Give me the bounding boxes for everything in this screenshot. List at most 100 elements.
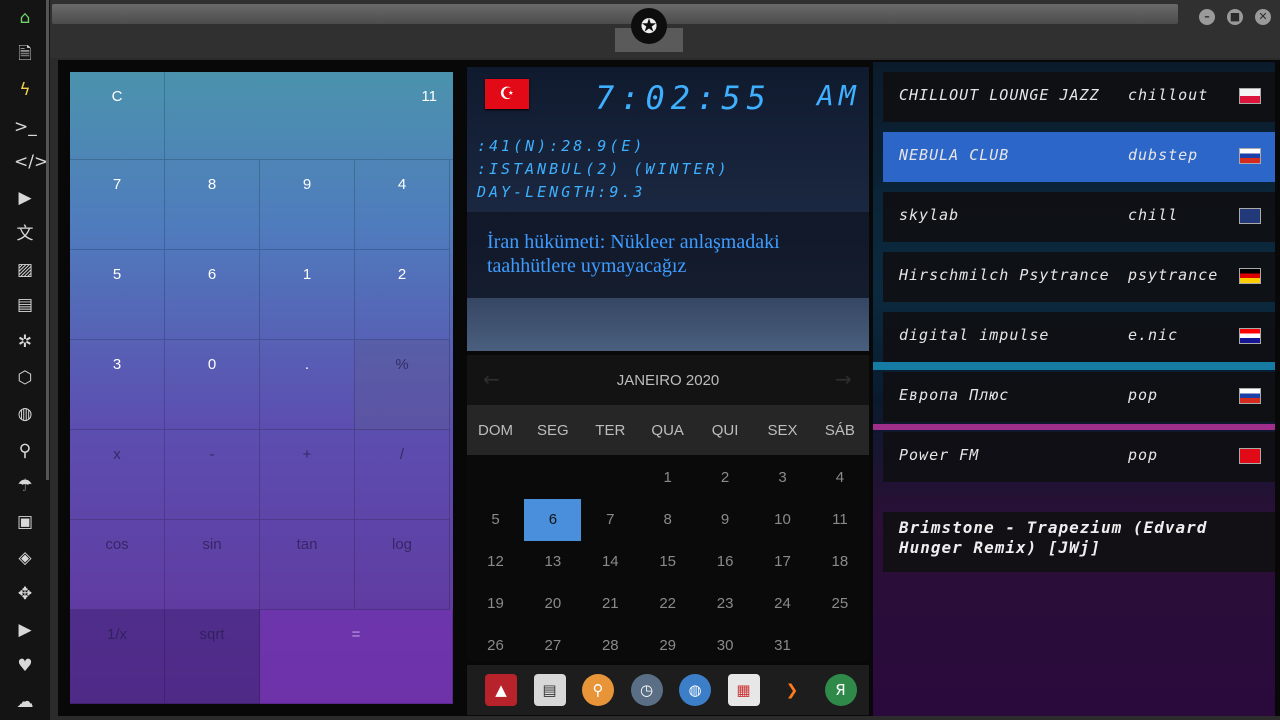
newspaper-icon[interactable]: ▤: [533, 674, 566, 706]
calendar-day[interactable]: 27: [524, 625, 581, 667]
clock-icon[interactable]: ◷: [630, 674, 663, 706]
radio-station-row[interactable]: digital impulse e.nic: [883, 312, 1275, 362]
calendar-day[interactable]: 19: [467, 583, 524, 625]
calc-key-button[interactable]: %: [355, 340, 450, 430]
calc-key-button[interactable]: sqrt: [165, 610, 260, 704]
calendar-day[interactable]: 16: [697, 541, 754, 583]
calc-key-button[interactable]: 5: [70, 250, 165, 340]
calc-key-button[interactable]: 4: [355, 160, 450, 250]
calendar-day[interactable]: 14: [582, 541, 639, 583]
calendar-day[interactable]: 29: [639, 625, 696, 667]
calendar-day[interactable]: 31: [754, 625, 811, 667]
calendar-day[interactable]: 21: [582, 583, 639, 625]
calendar-day[interactable]: 10: [754, 499, 811, 541]
image-icon[interactable]: ▨: [14, 259, 36, 281]
heart-icon[interactable]: ♥: [14, 655, 36, 677]
code-icon[interactable]: </>: [14, 151, 48, 173]
calendar-day[interactable]: 4: [811, 457, 868, 499]
contacts-icon[interactable]: ▣: [14, 511, 36, 533]
calc-key-button[interactable]: .: [260, 340, 355, 430]
calendar-day[interactable]: 26: [467, 625, 524, 667]
calc-key-button[interactable]: x: [70, 430, 165, 520]
calc-key-button[interactable]: 7: [70, 160, 165, 250]
calc-key-button[interactable]: cos: [70, 520, 165, 610]
rebel-alliance-logo-icon[interactable]: ✪: [631, 8, 667, 44]
home-icon[interactable]: ⌂: [14, 7, 36, 29]
calc-key-button[interactable]: 1/x: [70, 610, 165, 704]
search-icon[interactable]: ⚲: [14, 440, 36, 462]
umbrella-icon[interactable]: ☂: [14, 475, 36, 497]
calendar-day[interactable]: 11: [811, 499, 868, 541]
calc-key-button[interactable]: 8: [165, 160, 260, 250]
document-icon[interactable]: 🗎: [14, 43, 36, 65]
calendar-next-icon[interactable]: →: [835, 367, 852, 391]
calendar-day[interactable]: 13: [524, 541, 581, 583]
radio-station-row[interactable]: skylab chill: [883, 192, 1275, 242]
maximize-button[interactable]: ■: [1227, 9, 1243, 25]
calendar-day[interactable]: 20: [524, 583, 581, 625]
calc-key-button[interactable]: log: [355, 520, 450, 610]
tag-icon[interactable]: ◈: [14, 547, 36, 569]
calc-key-button[interactable]: 9: [260, 160, 355, 250]
calendar-day[interactable]: 3: [754, 457, 811, 499]
hexagon-icon[interactable]: ⬡: [14, 367, 36, 389]
terminal-icon[interactable]: >_: [14, 116, 37, 138]
play-icon[interactable]: ❯: [776, 674, 808, 706]
launcher-icon[interactable]: ▲: [485, 674, 517, 706]
calendar-day[interactable]: 17: [754, 541, 811, 583]
calendar-icon[interactable]: ▦: [727, 674, 760, 706]
calc-key-button[interactable]: +: [260, 430, 355, 520]
calc-key-button[interactable]: 0: [165, 340, 260, 430]
calc-key-button[interactable]: 2: [355, 250, 450, 340]
settings-gear-icon[interactable]: ✲: [14, 331, 36, 353]
globe-icon[interactable]: ◍: [679, 674, 711, 706]
address-bar[interactable]: [52, 4, 1178, 24]
globe-icon[interactable]: ◍: [14, 403, 36, 425]
turkey-flag-icon[interactable]: ☪: [485, 79, 529, 109]
calendar-day[interactable]: 28: [582, 625, 639, 667]
calendar-day[interactable]: 22: [639, 583, 696, 625]
calc-clear-button[interactable]: C: [70, 72, 165, 160]
cloud-icon[interactable]: ☁: [14, 691, 36, 713]
calendar-day[interactable]: 15: [639, 541, 696, 583]
calendar-day[interactable]: 18: [811, 541, 868, 583]
calendar-day[interactable]: 5: [467, 499, 524, 541]
radio-station-row[interactable]: NEBULA CLUB dubstep: [883, 132, 1275, 182]
calc-key-button[interactable]: 3: [70, 340, 165, 430]
calc-key-button[interactable]: -: [165, 430, 260, 520]
yandex-icon[interactable]: Я: [824, 674, 857, 706]
radio-station-row[interactable]: CHILLOUT LOUNGE JAZZ chillout: [883, 72, 1275, 122]
calendar-day[interactable]: 7: [582, 499, 639, 541]
lightning-icon[interactable]: ϟ: [14, 79, 36, 101]
news-headline[interactable]: İran hükümeti: Nükleer anlaşmadaki taahh…: [467, 212, 869, 298]
calendar-day[interactable]: 12: [467, 541, 524, 583]
calendar-day[interactable]: 1: [639, 457, 696, 499]
calendar-day[interactable]: 9: [697, 499, 754, 541]
minimize-button[interactable]: –: [1199, 9, 1215, 25]
calendar-day[interactable]: 6: [524, 499, 582, 541]
calc-key-button[interactable]: 1: [260, 250, 355, 340]
search-icon[interactable]: ⚲: [582, 674, 614, 706]
clock-time: 7:02:55: [595, 79, 772, 117]
calc-equals-button[interactable]: =: [260, 610, 453, 704]
calendar-day[interactable]: 8: [639, 499, 696, 541]
close-button[interactable]: ✕: [1255, 9, 1271, 25]
calendar-day[interactable]: 23: [697, 583, 754, 625]
calc-key-button[interactable]: tan: [260, 520, 355, 610]
expand-icon[interactable]: ✥: [14, 583, 36, 605]
calendar-day[interactable]: 2: [697, 457, 754, 499]
news-icon[interactable]: ▤: [14, 294, 36, 316]
calendar-day[interactable]: 25: [811, 583, 868, 625]
calc-key-button[interactable]: sin: [165, 520, 260, 610]
calc-key-button[interactable]: 6: [165, 250, 260, 340]
play-icon[interactable]: ▶: [14, 187, 36, 209]
radio-station-row[interactable]: Hirschmilch Psytrance psytrance: [883, 252, 1275, 302]
calc-key-button[interactable]: /: [355, 430, 450, 520]
calendar-day[interactable]: 24: [754, 583, 811, 625]
radio-station-row[interactable]: Европа Плюс pop: [883, 372, 1275, 422]
radio-station-row[interactable]: Power FM pop: [883, 432, 1275, 482]
sidebar-scrollbar[interactable]: [46, 0, 49, 480]
translate-icon[interactable]: 文: [14, 223, 36, 245]
calendar-day[interactable]: 30: [697, 625, 754, 667]
youtube-icon[interactable]: ▶: [14, 619, 36, 641]
